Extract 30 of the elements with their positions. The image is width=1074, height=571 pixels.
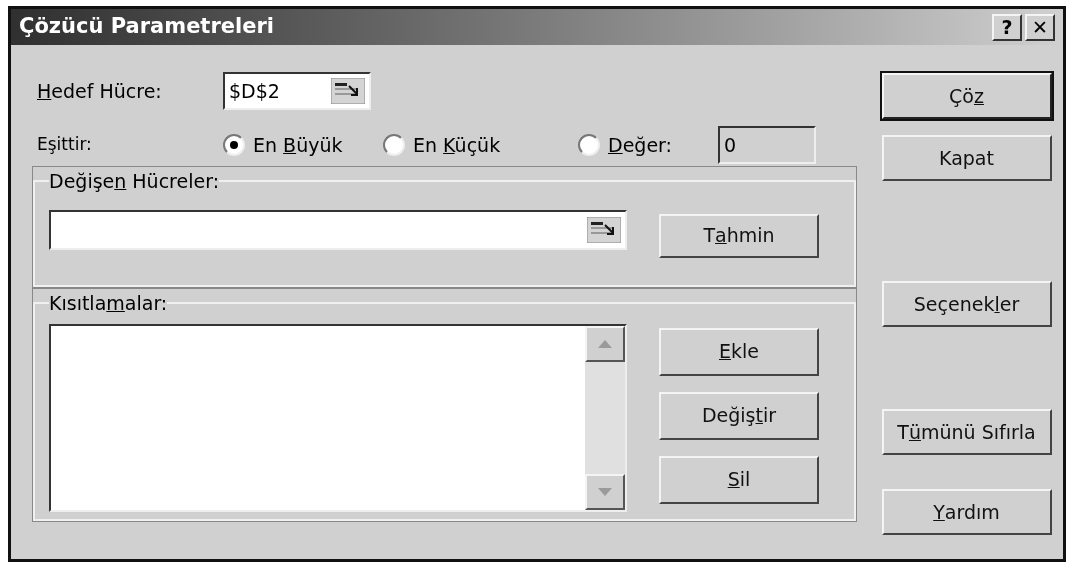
radio-label: En Büyük (253, 132, 343, 158)
dialog-button[interactable]: Değiştir (659, 391, 819, 440)
target-cell-field[interactable]: $D$2 (223, 72, 371, 110)
group-label: Değişen Hücreler: (49, 169, 220, 194)
scroll-up-icon[interactable] (585, 325, 625, 362)
collapse-dialog-icon[interactable] (331, 78, 365, 104)
radio-button[interactable] (223, 134, 245, 156)
dialog-button[interactable]: Tahmin (659, 213, 819, 258)
dialog-button[interactable]: Yardım (881, 489, 1052, 535)
field-label: Hedef Hücre: (36, 78, 163, 104)
dialog-button[interactable]: Sil (659, 455, 819, 504)
window-title: Çözücü Parametreleri (19, 13, 275, 41)
collapse-dialog-icon[interactable] (587, 216, 621, 243)
field-label: Eşittir: (36, 133, 93, 157)
dialog-button[interactable]: Tümünü Sıfırla (881, 409, 1052, 455)
changing-cells-field[interactable] (49, 209, 627, 250)
dialog-button[interactable]: Seçenekler (881, 281, 1052, 327)
scrollbar[interactable] (585, 325, 625, 510)
dialog-button[interactable]: Çöz (881, 73, 1052, 119)
help-button[interactable]: ? (992, 13, 1022, 41)
group-label: Kısıtlamalar: (49, 291, 168, 316)
dialog-button[interactable]: Ekle (659, 327, 819, 376)
radio-label: En Küçük (413, 132, 501, 158)
close-button[interactable]: ✕ (1025, 13, 1055, 41)
scroll-down-icon[interactable] (585, 473, 625, 510)
value-field[interactable]: 0 (718, 126, 816, 164)
radio-button[interactable] (383, 134, 405, 156)
dialog-button[interactable]: Kapat (881, 135, 1052, 181)
radio-button[interactable] (578, 134, 600, 156)
radio-label: Değer: (608, 132, 672, 158)
